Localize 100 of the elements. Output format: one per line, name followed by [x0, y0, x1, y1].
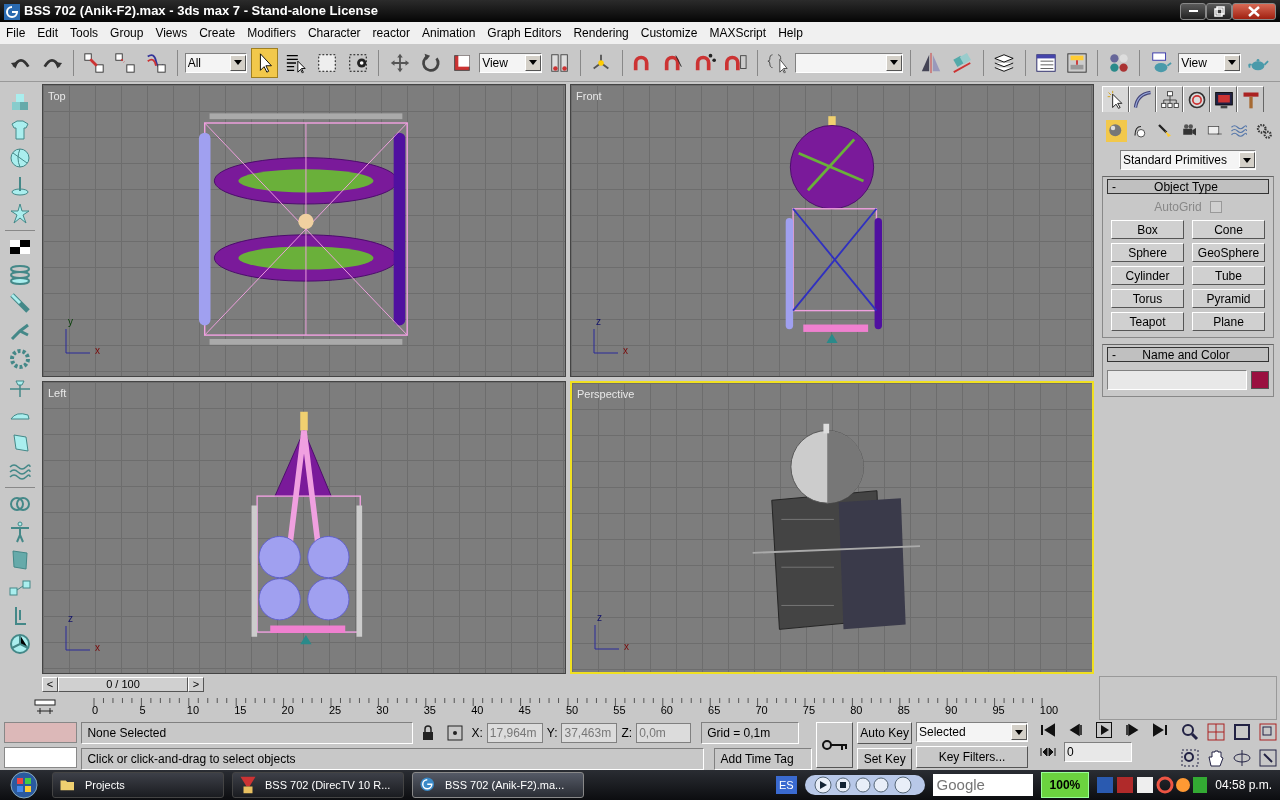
minimize-button[interactable] — [1180, 2, 1206, 20]
dropdown-field[interactable]: View — [479, 52, 542, 73]
primitive-button[interactable]: Cone — [1192, 220, 1265, 239]
rollout-header[interactable]: - Object Type — [1107, 179, 1269, 194]
panel-tab[interactable] — [1183, 86, 1210, 112]
zoom-extents-all-icon[interactable] — [1258, 722, 1278, 742]
wheel-icon[interactable] — [8, 632, 32, 656]
primitive-button[interactable]: Sphere — [1111, 243, 1184, 262]
battery-indicator[interactable]: 100% — [1040, 772, 1090, 798]
primitive-button[interactable]: Plane — [1192, 312, 1265, 331]
frame-number: 35 — [423, 703, 437, 718]
wheel-icon — [1186, 89, 1207, 110]
link-icon — [83, 51, 106, 74]
taskbar-button[interactable]: Projects — [52, 772, 224, 798]
rollout-title: Object Type — [1153, 178, 1219, 196]
zoom-extents-icon[interactable] — [1232, 722, 1252, 742]
viewport-label[interactable]: Top — [48, 88, 66, 105]
menu-item[interactable]: Group — [104, 21, 150, 45]
menu-item[interactable]: Animation — [415, 21, 482, 45]
primitive-button[interactable]: GeoSphere — [1192, 243, 1265, 262]
go-to-end-icon[interactable] — [1152, 722, 1168, 738]
key-mode-dropdown[interactable]: Selected — [916, 722, 1028, 742]
menu-item[interactable]: File — [0, 21, 32, 45]
set-key-button[interactable] — [816, 722, 854, 768]
collapse-toggle[interactable]: - — [1108, 345, 1120, 364]
menu-item[interactable]: Tools — [64, 21, 105, 45]
set-key-toggle[interactable]: Set Key — [857, 748, 912, 770]
menu-item[interactable]: Rendering — [567, 21, 635, 45]
primitive-button[interactable]: Cylinder — [1111, 266, 1184, 285]
panel-tab[interactable] — [1102, 86, 1129, 112]
search-field[interactable]: Google — [932, 774, 1033, 796]
collapse-toggle[interactable]: - — [1108, 177, 1120, 196]
primitive-button[interactable]: Box — [1111, 220, 1184, 239]
rollout-header[interactable]: - Name and Color — [1107, 347, 1269, 362]
axis-label: x — [95, 641, 100, 655]
add-time-tag-button[interactable]: Add Time Tag — [714, 748, 813, 770]
next-frame-icon[interactable] — [1124, 722, 1140, 738]
orbit-icon[interactable] — [1232, 748, 1252, 768]
language-indicator[interactable]: ES — [775, 775, 797, 795]
menu-item[interactable]: Customize — [634, 21, 704, 45]
menu-item[interactable]: reactor — [366, 21, 416, 45]
name-field[interactable] — [1107, 370, 1247, 390]
primitive-button[interactable]: Tube — [1192, 266, 1265, 285]
category-dropdown[interactable]: Standard Primitives — [1120, 150, 1256, 170]
viewport-panel[interactable]: Perspective z x — [570, 381, 1094, 674]
taskbar-button[interactable]: BSS 702 (Anik-F2).ma... — [412, 772, 584, 798]
maximize-viewport-icon[interactable] — [1258, 748, 1278, 768]
primitive-button[interactable]: Pyramid — [1192, 289, 1265, 308]
dropdown-field[interactable]: All — [184, 52, 248, 73]
schematic-icon — [1065, 51, 1088, 74]
current-frame-field[interactable]: 0 — [1064, 742, 1132, 762]
taskbar-button[interactable]: BSS 702 (DirecTV 10 R... — [232, 772, 404, 798]
transform-mode-icon[interactable] — [447, 725, 464, 741]
viewport-panel[interactable]: Top y x — [42, 84, 566, 377]
ball-icon[interactable] — [8, 146, 32, 170]
pan-hand-icon[interactable] — [1206, 748, 1226, 768]
menu-item[interactable]: MAXScript — [703, 21, 773, 45]
panel-tab[interactable] — [1237, 86, 1264, 112]
star-figure-icon[interactable] — [8, 202, 32, 226]
menu-item[interactable]: Create — [193, 21, 242, 45]
key-mode-icon[interactable] — [1040, 746, 1056, 758]
time-slider-thumb[interactable]: 0 / 100 — [58, 676, 188, 692]
play-icon[interactable] — [1096, 722, 1112, 738]
menu-item[interactable]: Modifiers — [241, 21, 302, 45]
menu-item[interactable]: Character — [301, 21, 367, 45]
menu-item[interactable]: Views — [149, 21, 194, 45]
previous-frame-icon[interactable] — [1068, 722, 1084, 738]
menu-item[interactable]: Edit — [31, 21, 65, 45]
toolbar-button[interactable] — [251, 47, 279, 78]
menu-item[interactable]: Graph Editors — [481, 21, 568, 45]
media-controls-icon[interactable] — [804, 774, 925, 796]
previous-frame-button[interactable]: < — [42, 676, 58, 692]
panel-tab[interactable] — [1156, 86, 1183, 112]
zoom-region-icon[interactable] — [1180, 748, 1200, 768]
panel-tab[interactable] — [1210, 86, 1237, 112]
prompt-text: Click or click-and-drag to select objects — [81, 748, 705, 770]
key-filters-button[interactable]: Key Filters... — [916, 746, 1028, 768]
menu-item[interactable]: Help — [772, 21, 809, 45]
script-output-field[interactable] — [4, 747, 78, 768]
panel-tab[interactable] — [1129, 86, 1156, 112]
track-bar-icon[interactable] — [34, 699, 56, 715]
zoom-all-icon[interactable] — [1206, 722, 1226, 742]
move-arrows-icon — [388, 51, 411, 74]
zoom-icon[interactable] — [1180, 722, 1200, 742]
close-button[interactable] — [1232, 2, 1276, 20]
go-to-start-icon[interactable] — [1040, 722, 1056, 738]
color-swatch[interactable] — [1251, 371, 1269, 389]
piston-icon[interactable] — [8, 291, 32, 315]
primitive-button[interactable]: Torus — [1111, 289, 1184, 308]
dropdown-field[interactable]: View — [1178, 52, 1241, 73]
auto-key-button[interactable]: Auto Key — [857, 722, 912, 744]
script-listener-field[interactable] — [4, 722, 78, 743]
primitive-button[interactable]: Teapot — [1111, 312, 1184, 331]
dropdown-field[interactable] — [795, 52, 903, 73]
next-frame-button[interactable]: > — [188, 676, 204, 692]
axis-tripod-icon — [65, 625, 91, 651]
lock-icon[interactable] — [421, 725, 436, 741]
frame-number: 80 — [850, 703, 864, 718]
frame-number: 75 — [802, 703, 817, 718]
maximize-button[interactable] — [1206, 2, 1232, 20]
